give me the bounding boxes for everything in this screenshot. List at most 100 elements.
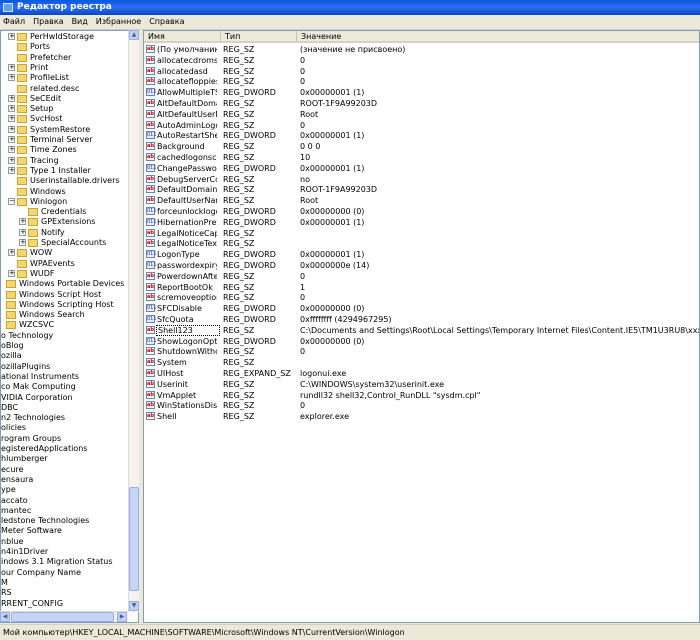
dword-value-icon: 011 xyxy=(146,88,157,97)
expand-icon[interactable]: + xyxy=(8,105,15,113)
expand-icon[interactable]: + xyxy=(19,239,26,246)
list-item[interactable]: 011 SFCDisable REG_DWORD 0x00000000 (0) xyxy=(144,303,699,314)
expand-icon[interactable]: + xyxy=(8,156,15,164)
tree-item-label: RS xyxy=(1,588,12,598)
column-name-header[interactable]: Имя xyxy=(144,31,221,41)
list-item[interactable]: abAutoAdminLogon REG_SZ 0 xyxy=(144,120,699,131)
tree-item-label: Prefetcher xyxy=(30,52,72,62)
list-item[interactable]: abAltDefaultUserNa... REG_SZ Root xyxy=(144,109,699,120)
scroll-up-button[interactable]: ▲ xyxy=(129,30,139,40)
expand-icon[interactable]: + xyxy=(8,63,15,71)
list-item[interactable]: abDebugServerCom... REG_SZ no xyxy=(144,174,699,185)
tree-item-label: oBlog xyxy=(1,341,24,350)
tree-item-label: ozilla xyxy=(1,351,22,361)
value-type: REG_SZ xyxy=(223,271,255,281)
expand-icon[interactable]: + xyxy=(8,269,15,277)
dword-value-icon: 011 xyxy=(146,336,157,345)
tree-item-label: Userinstallable.drivers xyxy=(30,176,120,186)
tree-item-label: GPExtensions xyxy=(41,217,96,227)
menu-help[interactable]: Справка xyxy=(145,15,188,29)
value-name: LegalNoticeCaption xyxy=(157,228,217,238)
scroll-thumb[interactable] xyxy=(129,487,139,591)
value-data: 0x00000000 (0) xyxy=(300,336,365,346)
expand-icon[interactable]: + xyxy=(8,125,15,133)
list-item[interactable]: 011passwordexpirywa... REG_DWORD 0x0000000… xyxy=(144,260,699,271)
list-item[interactable]: ab allocatefloppies REG_SZ 0 xyxy=(144,76,699,87)
column-type-header[interactable]: Тип xyxy=(221,31,297,41)
column-value-header[interactable]: Значение xyxy=(297,31,699,41)
list-item[interactable]: ab System REG_SZ xyxy=(144,357,699,368)
tree-item-label: Windows Script Host xyxy=(19,289,102,299)
scroll-right-button[interactable]: ▶ xyxy=(117,612,127,622)
value-type: REG_SZ xyxy=(223,390,255,400)
collapse-icon[interactable]: − xyxy=(8,197,15,205)
value-data: (значение не присвоено) xyxy=(300,45,406,54)
value-name: AltDefaultUserNa... xyxy=(157,109,217,119)
list-item[interactable]: 011ShowLogonOptions REG_DWORD 0x00000000 (… xyxy=(144,336,699,347)
list-item[interactable]: 011AllowMultipleTSS... REG_DWORD 0x0000000… xyxy=(144,87,699,98)
tree-horizontal-scrollbar[interactable]: ◀ ▶ xyxy=(0,611,128,622)
expand-icon[interactable]: + xyxy=(19,218,26,226)
list-item[interactable]: abcachedlogonscount REG_SZ 10 xyxy=(144,152,699,163)
scroll-down-button[interactable]: ▼ xyxy=(129,601,139,611)
value-data: 0 xyxy=(300,347,306,357)
list-item[interactable]: ab UIHost REG_EXPAND_SZ logonui.exe xyxy=(144,368,699,379)
expand-icon[interactable]: + xyxy=(8,136,15,143)
list-item[interactable]: abDefaultUserName REG_SZ Root xyxy=(144,195,699,206)
list-item[interactable]: ab Shell REG_SZ explorer.exe xyxy=(144,411,699,422)
list-item[interactable]: 011 SfcQuota REG_DWORD 0xffffffff (42949672… xyxy=(144,314,699,325)
value-data: 0 0 0 xyxy=(300,142,321,152)
list-item[interactable]: 011ChangePassword... REG_DWORD 0x00000001 … xyxy=(144,163,699,174)
value-type: REG_SZ xyxy=(223,120,255,130)
list-item[interactable]: ab Background REG_SZ 0 0 0 xyxy=(144,141,699,152)
registry-tree[interactable]: + PerHwIdStorage Ports Prefetcher + Print + Pro… xyxy=(0,30,139,623)
list-item[interactable]: ab ReportBootOk REG_SZ 1 xyxy=(144,282,699,293)
list-item[interactable]: abShutdownWithou... REG_SZ 0 xyxy=(144,346,699,357)
value-data: 0x00000001 (1) xyxy=(300,88,365,98)
tree-vertical-scrollbar[interactable]: ▲ ▼ xyxy=(128,30,139,612)
tree-item-label: nblue xyxy=(1,536,24,546)
tree-item-label: VIDIA Corporation xyxy=(1,392,73,402)
list-item[interactable]: ab LegalNoticeText REG_SZ xyxy=(144,238,699,249)
list-item[interactable]: abPowerdownAfter... REG_SZ 0 xyxy=(144,271,699,282)
expand-icon[interactable]: + xyxy=(8,146,15,154)
folder-icon xyxy=(17,74,27,83)
menu-edit[interactable]: Правка xyxy=(29,15,67,29)
list-item[interactable]: abLegalNoticeCaption REG_SZ xyxy=(144,228,699,239)
list-item[interactable]: abWinStationsDisab... REG_SZ 0 xyxy=(144,400,699,411)
expand-icon[interactable]: + xyxy=(8,115,15,123)
list-item[interactable]: abDefaultDomainNa... REG_SZ ROOT-1F9A99203… xyxy=(144,184,699,195)
list-item[interactable]: ab allocatedasd REG_SZ 0 xyxy=(144,66,699,77)
value-type: REG_DWORD xyxy=(223,131,276,141)
list-item[interactable]: 011AutoRestartShell REG_DWORD 0x00000001 (… xyxy=(144,130,699,141)
value-type: REG_SZ xyxy=(223,196,255,206)
value-type: REG_SZ xyxy=(223,379,255,389)
expand-icon[interactable]: + xyxy=(8,166,15,174)
list-item[interactable]: 011forceunlocklogon REG_DWORD 0x00000000 (… xyxy=(144,206,699,217)
list-item[interactable]: ab allocatecdroms REG_SZ 0 xyxy=(144,55,699,66)
list-item[interactable]: 011 LogonType REG_DWORD 0x00000001 (1) xyxy=(144,249,699,260)
title-bar[interactable]: Редактор реестра xyxy=(0,0,700,15)
list-item[interactable]: 011HibernationPrevi... REG_DWORD 0x0000000… xyxy=(144,217,699,228)
list-item[interactable]: ab Userinit REG_SZ C:\WINDOWS\system32\user… xyxy=(144,379,699,390)
expand-icon[interactable]: + xyxy=(8,74,15,82)
hscroll-thumb[interactable] xyxy=(11,612,114,622)
list-item[interactable]: ab(По умолчанию) REG_SZ (значение не присв… xyxy=(144,44,699,55)
list-item[interactable]: abAltDefaultDomain... REG_SZ ROOT-1F9A9920… xyxy=(144,98,699,109)
expand-icon[interactable]: + xyxy=(8,94,15,102)
menu-favorites[interactable]: Избранное xyxy=(92,15,145,29)
string-value-icon: ab xyxy=(146,358,155,367)
expand-icon[interactable]: + xyxy=(8,249,15,257)
tree-item-label: n2 Technologies xyxy=(1,413,66,423)
expand-icon[interactable]: + xyxy=(19,228,26,236)
value-name: UIHost xyxy=(157,369,184,378)
scroll-left-button[interactable]: ◀ xyxy=(0,612,10,622)
list-item[interactable]: ab VmApplet REG_SZ rundll32 shell32,Control… xyxy=(144,390,699,401)
menu-view[interactable]: Вид xyxy=(68,15,92,29)
value-type: REG_SZ xyxy=(223,401,255,411)
menu-bar: Файл Правка Вид Избранное Справка xyxy=(0,15,700,30)
expand-icon[interactable]: + xyxy=(8,33,15,40)
menu-file[interactable]: Файл xyxy=(0,15,29,29)
list-item[interactable]: ab scremoveoption REG_SZ 0 xyxy=(144,292,699,303)
list-item[interactable]: ab Shell123 REG_SZ C:\Documents and Setting… xyxy=(144,324,699,336)
